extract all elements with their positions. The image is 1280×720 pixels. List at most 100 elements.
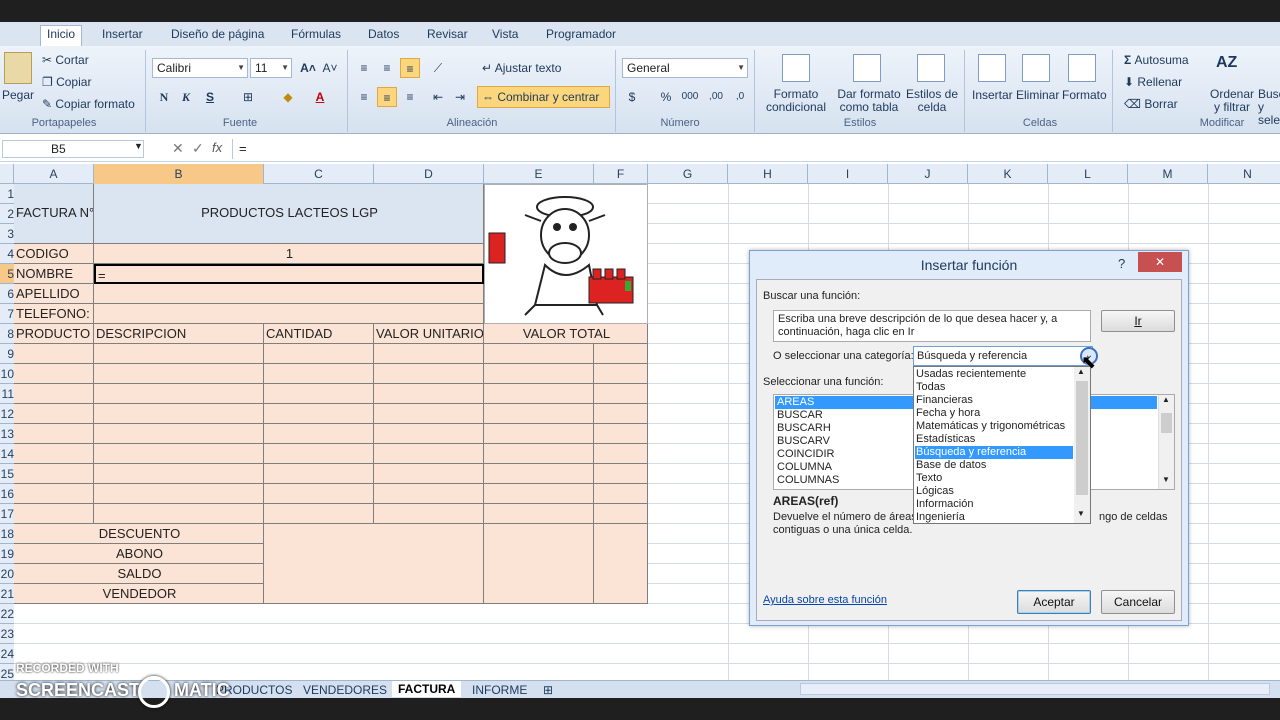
- format-painter-button[interactable]: ✎ Copiar formato: [42, 97, 135, 111]
- align-top-icon[interactable]: ≡: [354, 58, 374, 78]
- row-header[interactable]: 13: [0, 424, 14, 444]
- row-header[interactable]: 9: [0, 344, 14, 364]
- scroll-thumb[interactable]: [1161, 413, 1172, 433]
- item-cell[interactable]: [484, 444, 594, 464]
- apellido-value[interactable]: [94, 284, 484, 304]
- cut-button[interactable]: ✂ Cortar: [42, 53, 89, 67]
- item-cell[interactable]: [264, 464, 374, 484]
- item-cell[interactable]: [594, 484, 648, 504]
- item-cell[interactable]: [94, 464, 264, 484]
- category-dropdown[interactable]: Usadas recientemente Todas Financieras Fech…: [913, 366, 1091, 524]
- grow-font-icon[interactable]: A˄: [298, 58, 318, 78]
- increase-decimal-icon[interactable]: ,00: [706, 87, 726, 107]
- help-button[interactable]: ?: [1118, 256, 1125, 271]
- ok-button[interactable]: Aceptar: [1017, 590, 1091, 614]
- column-header[interactable]: M: [1128, 164, 1208, 184]
- footer-values-e[interactable]: [484, 524, 594, 604]
- category-option[interactable]: Lógicas: [915, 485, 1073, 498]
- item-cell[interactable]: [14, 404, 94, 424]
- footer-values-f[interactable]: [594, 524, 648, 604]
- item-cell[interactable]: [594, 504, 648, 524]
- row-header[interactable]: 15: [0, 464, 14, 484]
- codigo-value[interactable]: 1: [94, 244, 484, 264]
- category-select[interactable]: Búsqueda y referencia ⌄: [913, 346, 1098, 366]
- column-header[interactable]: H: [728, 164, 808, 184]
- dropdown-scroll-thumb[interactable]: [1076, 381, 1088, 495]
- percent-button[interactable]: %: [656, 87, 676, 107]
- category-option[interactable]: Usadas recientemente: [915, 368, 1073, 381]
- thousands-button[interactable]: 000: [680, 87, 700, 107]
- item-cell[interactable]: [14, 344, 94, 364]
- column-header[interactable]: F: [594, 164, 648, 184]
- shrink-font-icon[interactable]: A˅: [320, 58, 340, 78]
- category-option[interactable]: Todas: [915, 381, 1073, 394]
- search-input[interactable]: Escriba una breve descripción de lo que …: [773, 310, 1091, 342]
- item-cell[interactable]: [374, 504, 484, 524]
- column-header[interactable]: B: [94, 164, 264, 184]
- tab-vista[interactable]: Vista: [486, 26, 524, 46]
- nombre-cell-active[interactable]: =: [94, 264, 484, 284]
- borders-icon[interactable]: ⊞: [238, 87, 258, 107]
- confirm-formula-icon[interactable]: ✓: [192, 140, 204, 157]
- cow-mascot-image[interactable]: [484, 184, 648, 324]
- row-header[interactable]: 6: [0, 284, 14, 304]
- chevron-down-icon[interactable]: ▼: [134, 141, 143, 151]
- item-cell[interactable]: [264, 424, 374, 444]
- orientation-icon[interactable]: ⟋: [428, 58, 448, 78]
- scroll-down-icon[interactable]: ▼: [1077, 509, 1085, 518]
- item-cell[interactable]: [484, 384, 594, 404]
- row-header[interactable]: 3: [0, 224, 14, 244]
- row-header[interactable]: 22: [0, 604, 14, 624]
- item-cell[interactable]: [94, 384, 264, 404]
- fill-color-icon[interactable]: ◆: [278, 87, 298, 107]
- category-option[interactable]: Base de datos: [915, 459, 1073, 472]
- tab-formulas[interactable]: Fórmulas: [285, 26, 347, 46]
- item-cell[interactable]: [374, 384, 484, 404]
- item-cell[interactable]: [94, 364, 264, 384]
- row-header[interactable]: 23: [0, 624, 14, 644]
- item-cell[interactable]: [94, 424, 264, 444]
- column-header[interactable]: L: [1048, 164, 1128, 184]
- item-cell[interactable]: [14, 464, 94, 484]
- column-header[interactable]: G: [648, 164, 728, 184]
- formula-input[interactable]: =: [232, 139, 1280, 159]
- sort-filter-button[interactable]: Ordenar y filtrar: [1208, 88, 1256, 114]
- item-cell[interactable]: [594, 384, 648, 404]
- row-header[interactable]: 20: [0, 564, 14, 584]
- telefono-value[interactable]: [94, 304, 484, 324]
- go-button[interactable]: Ir: [1101, 310, 1175, 332]
- item-cell[interactable]: [94, 504, 264, 524]
- item-cell[interactable]: [484, 404, 594, 424]
- row-header[interactable]: 11: [0, 384, 14, 404]
- column-header[interactable]: J: [888, 164, 968, 184]
- align-left-icon[interactable]: ≡: [354, 87, 374, 107]
- item-cell[interactable]: [94, 484, 264, 504]
- function-list-scrollbar[interactable]: ▲ ▼: [1158, 395, 1174, 489]
- column-header[interactable]: N: [1208, 164, 1280, 184]
- column-header[interactable]: K: [968, 164, 1048, 184]
- row-header[interactable]: 16: [0, 484, 14, 504]
- column-header[interactable]: A: [14, 164, 94, 184]
- row-header[interactable]: 12: [0, 404, 14, 424]
- row-header[interactable]: 4: [0, 244, 14, 264]
- decrease-indent-icon[interactable]: ⇤: [428, 87, 448, 107]
- underline-button[interactable]: S: [200, 87, 220, 107]
- item-cell[interactable]: [14, 504, 94, 524]
- category-option[interactable]: Información: [915, 498, 1073, 511]
- category-option[interactable]: Financieras: [915, 394, 1073, 407]
- bold-button[interactable]: N: [154, 87, 174, 107]
- tab-programador[interactable]: Programador: [540, 26, 622, 46]
- item-cell[interactable]: [594, 424, 648, 444]
- item-cell[interactable]: [14, 484, 94, 504]
- cancel-formula-icon[interactable]: ✕: [172, 140, 184, 157]
- dropdown-scrollbar[interactable]: ▲ ▼: [1074, 367, 1090, 523]
- clear-button[interactable]: ⌫ Borrar: [1124, 97, 1178, 111]
- help-link[interactable]: Ayuda sobre esta función: [763, 594, 887, 606]
- align-bottom-icon[interactable]: ≡: [400, 58, 420, 78]
- row-header[interactable]: 5: [0, 264, 14, 284]
- name-box[interactable]: B5: [2, 140, 144, 158]
- item-cell[interactable]: [484, 504, 594, 524]
- item-cell[interactable]: [594, 464, 648, 484]
- column-header[interactable]: D: [374, 164, 484, 184]
- tab-insertar[interactable]: Insertar: [96, 26, 149, 46]
